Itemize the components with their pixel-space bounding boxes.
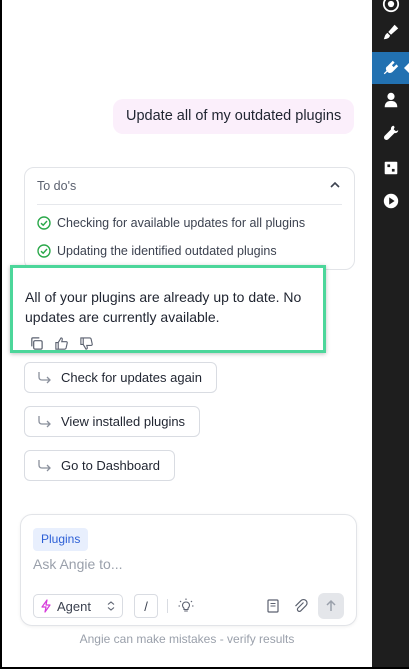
user-message-bubble: Update all of my outdated plugins [113, 99, 355, 134]
toolbar-divider [167, 599, 168, 613]
suggestion-label: Go to Dashboard [61, 458, 161, 473]
chat-panel: Update all of my outdated plugins To do'… [2, 0, 407, 667]
wordpress-icon[interactable] [379, 0, 403, 16]
sidebar-active-pointer [404, 62, 409, 74]
suggestion-button[interactable]: View installed plugins [24, 406, 201, 437]
todo-card: To do's Checking for available updates f… [24, 167, 355, 270]
chevron-up-icon[interactable] [328, 178, 342, 192]
todo-item: Updating the identified outdated plugins [37, 244, 277, 258]
thumbs-down-icon[interactable] [79, 336, 96, 353]
suggestion-label: View installed plugins [61, 414, 186, 429]
todo-title: To do's [37, 179, 77, 193]
prompt-input[interactable] [33, 556, 333, 572]
todo-item-label: Checking for available updates for all p… [57, 216, 306, 230]
check-circle-icon [37, 216, 51, 230]
admin-sidebar [372, 0, 409, 667]
book-icon[interactable] [264, 597, 282, 615]
answer-actions [29, 336, 96, 353]
arrow-up-icon [326, 599, 336, 611]
agent-mode-select[interactable]: Agent [33, 594, 123, 618]
copy-icon[interactable] [29, 336, 46, 353]
settings-icon[interactable] [379, 156, 403, 180]
agent-mode-label: Agent [57, 598, 91, 614]
context-chip[interactable]: Plugins [33, 528, 89, 551]
return-arrow-icon [38, 459, 51, 471]
paperclip-icon[interactable] [291, 597, 309, 615]
tools-icon[interactable] [379, 121, 403, 145]
play-icon[interactable] [379, 189, 403, 213]
suggestion-button[interactable]: Go to Dashboard [24, 450, 176, 481]
suggestion-button[interactable]: Check for updates again [24, 362, 217, 393]
todo-divider [37, 204, 342, 205]
todo-item-label: Updating the identified outdated plugins [57, 244, 277, 258]
return-arrow-icon [38, 415, 51, 427]
thumbs-up-icon[interactable] [54, 336, 71, 353]
todo-item: Checking for available updates for all p… [37, 216, 305, 230]
chevron-updown-icon [107, 601, 115, 611]
lightbulb-icon[interactable] [177, 597, 195, 615]
send-button[interactable] [318, 593, 344, 619]
slash-label: / [144, 598, 148, 614]
composer: Plugins Agent / [20, 514, 357, 626]
assistant-answer: All of your plugins are already up to da… [10, 265, 326, 353]
disclaimer-text: Angie can make mistakes - verify results [79, 632, 295, 646]
return-arrow-icon [38, 371, 51, 383]
users-icon[interactable] [379, 88, 403, 112]
paintbrush-icon[interactable] [379, 20, 403, 44]
plugin-icon[interactable] [379, 56, 403, 80]
suggestion-label: Check for updates again [61, 370, 202, 385]
lightning-icon [41, 599, 51, 613]
assistant-answer-text: All of your plugins are already up to da… [25, 289, 302, 325]
slash-command-button[interactable]: / [134, 594, 158, 618]
check-circle-icon [37, 244, 51, 258]
